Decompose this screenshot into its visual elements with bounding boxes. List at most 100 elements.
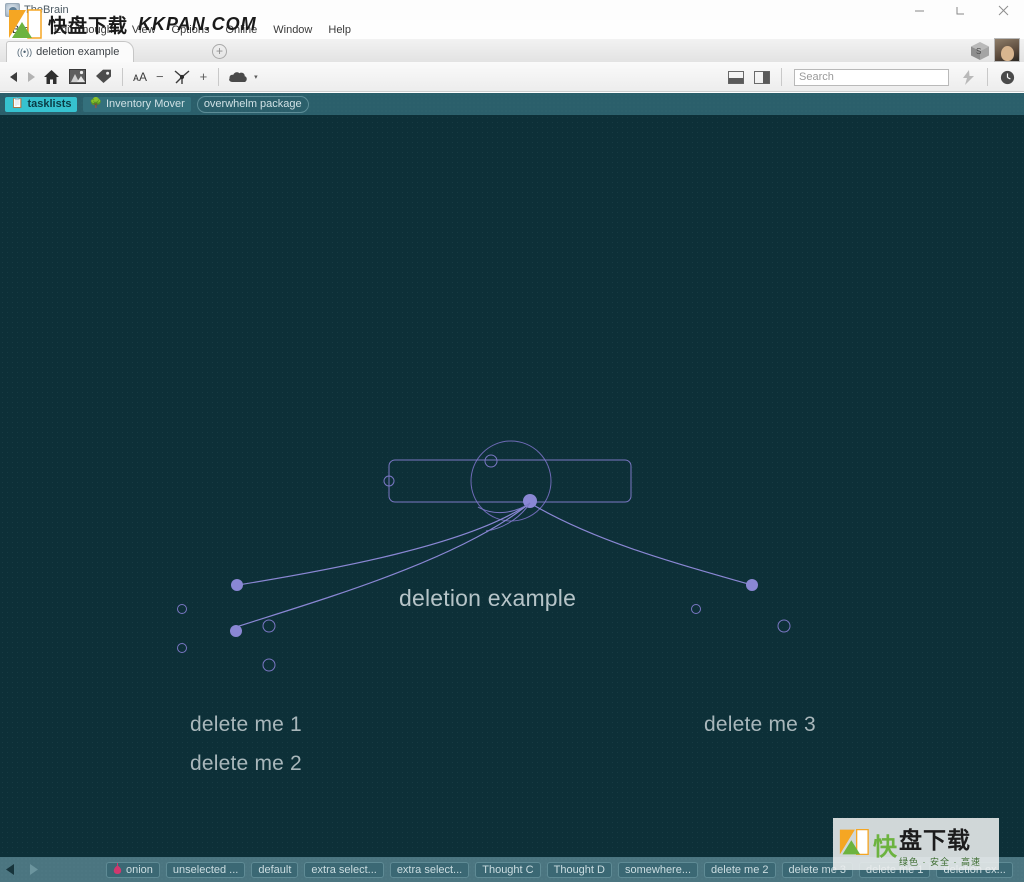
pin-delete-me-1[interactable]: delete me 1 xyxy=(858,861,931,878)
brain-tab-icon: ((•)) xyxy=(17,46,33,57)
font-size-aa-icon[interactable]: ᴀA xyxy=(129,62,151,92)
plex-graph xyxy=(177,440,791,672)
tab-deletion-example[interactable]: ((•)) deletion example xyxy=(6,41,135,62)
gate-delete-me-3[interactable] xyxy=(746,579,758,591)
pin-label: delete me 3 xyxy=(788,863,846,876)
lightning-icon[interactable] xyxy=(955,62,981,92)
pin-label: extra select... xyxy=(396,863,463,876)
image-icon[interactable] xyxy=(64,62,90,92)
forward-arrow-icon[interactable] xyxy=(22,62,38,92)
pin-label: Thought C xyxy=(482,863,534,876)
pin-delete-me-3[interactable]: delete me 3 xyxy=(781,861,853,878)
menu-item-online[interactable]: Online xyxy=(217,22,265,38)
tag-label: Inventory Mover xyxy=(105,98,185,110)
brain-icon xyxy=(5,3,20,17)
plex-canvas[interactable]: deletion example delete me 1 delete me 2… xyxy=(0,115,1024,857)
child-gate-delete-me-2[interactable] xyxy=(262,658,276,672)
tab-strip: ((•)) deletion example + xyxy=(0,39,1024,63)
pin-thought-c[interactable]: Thought C xyxy=(475,861,541,878)
link-stub-a xyxy=(477,502,531,513)
toolbar-divider-4 xyxy=(987,68,988,86)
pin-onion[interactable]: onion xyxy=(106,861,160,878)
home-icon[interactable] xyxy=(38,62,64,92)
tab-label: deletion example xyxy=(36,46,120,58)
tag-overwhelm-package[interactable]: overwhelm package xyxy=(196,95,309,113)
tag-bar: 📋 tasklists 🌳 Inventory Mover overwhelm … xyxy=(0,93,1024,115)
back-arrow-icon[interactable] xyxy=(6,62,22,92)
pin-deletion-example[interactable]: deletion ex... xyxy=(936,861,1013,878)
svg-text:S: S xyxy=(976,47,981,56)
menu-item-help[interactable]: Help xyxy=(320,22,359,38)
plus-circle-icon[interactable]: + xyxy=(212,44,227,59)
thought-label-delete-me-2[interactable]: delete me 2 xyxy=(190,752,302,776)
pin-label: somewhere... xyxy=(624,863,692,876)
zoom-in-button[interactable]: + xyxy=(195,62,213,92)
pin-somewhere[interactable]: somewhere... xyxy=(617,861,699,878)
pin-default[interactable]: default xyxy=(251,861,299,878)
tag-tasklists[interactable]: 📋 tasklists xyxy=(5,96,78,112)
zoom-out-button[interactable]: − xyxy=(151,62,169,92)
pin-label: deletion ex... xyxy=(943,863,1006,876)
cube-icon[interactable]: S xyxy=(970,41,990,61)
thought-label-deletion-example[interactable]: deletion example xyxy=(399,585,576,612)
pin-label: unselected ... xyxy=(172,863,239,876)
gate-delete-me-2[interactable] xyxy=(230,625,242,637)
gate-delete-me-1[interactable] xyxy=(231,579,243,591)
toolbar: ᴀA − + ▾ Search xyxy=(0,62,1024,92)
search-input[interactable]: Search xyxy=(794,68,949,86)
app-window: TheBrain Brain Edit Thought View Options… xyxy=(0,0,1024,882)
center-jump-gate-icon[interactable] xyxy=(484,454,498,468)
pin-label: extra select... xyxy=(311,863,377,876)
thought-label-delete-me-3[interactable]: delete me 3 xyxy=(704,713,816,737)
pin-extra-select-2[interactable]: extra select... xyxy=(389,861,470,878)
menu-item-edit-thought[interactable]: Edit Thought xyxy=(46,22,124,38)
prev-arrow-icon[interactable] xyxy=(0,857,22,882)
pin-thought-d[interactable]: Thought D xyxy=(546,861,612,878)
toolbar-divider-3 xyxy=(781,68,782,86)
pin-extra-select-1[interactable]: extra select... xyxy=(304,861,384,878)
menu-item-window[interactable]: Window xyxy=(265,22,320,38)
cloud-caret-icon[interactable]: ▾ xyxy=(251,62,258,92)
pin-label: delete me 1 xyxy=(865,863,924,876)
child-gate-delete-me-1[interactable] xyxy=(262,619,276,633)
menu-bar: Brain Edit Thought View Options Online W… xyxy=(0,20,1024,39)
cloud-icon[interactable] xyxy=(225,62,251,92)
parent-gate-delete-me-2[interactable] xyxy=(177,643,187,653)
tag-icon[interactable] xyxy=(90,62,116,92)
pin-bar: onion unselected ... default extra selec… xyxy=(0,857,1024,882)
parent-gate-delete-me-1[interactable] xyxy=(177,604,187,614)
onion-icon xyxy=(113,862,122,877)
toolbar-divider-2 xyxy=(218,67,220,86)
restore-icon[interactable] xyxy=(940,0,982,20)
link-to-delete-me-1 xyxy=(237,502,531,586)
link-to-delete-me-3 xyxy=(529,502,753,586)
center-thought-box[interactable] xyxy=(388,459,632,503)
thought-label-delete-me-1[interactable]: delete me 1 xyxy=(190,713,302,737)
clipboard-icon: 📋 xyxy=(11,98,24,109)
pin-delete-me-2[interactable]: delete me 2 xyxy=(704,861,776,878)
window-title: TheBrain xyxy=(24,4,69,16)
child-gate-delete-me-3[interactable] xyxy=(777,619,791,633)
close-icon[interactable] xyxy=(982,0,1024,20)
title-bar: TheBrain xyxy=(0,0,1024,20)
menu-item-view[interactable]: View xyxy=(124,22,164,38)
menu-item-options[interactable]: Options xyxy=(164,22,218,38)
pin-label: delete me 2 xyxy=(711,863,769,876)
toolbar-right-group: Search xyxy=(723,62,1024,92)
plex-layout-icon[interactable] xyxy=(169,62,195,92)
parent-gate-delete-me-3[interactable] xyxy=(691,604,701,614)
toolbar-divider xyxy=(122,67,123,86)
menu-item-brain[interactable]: Brain xyxy=(4,22,46,38)
pin-unselected[interactable]: unselected ... xyxy=(165,861,246,878)
pin-label: default xyxy=(258,863,292,876)
panel-left-icon[interactable] xyxy=(723,62,749,92)
panel-right-icon[interactable] xyxy=(749,62,775,92)
clock-icon[interactable] xyxy=(994,62,1020,92)
minimize-icon[interactable] xyxy=(898,0,940,20)
tag-inventory-mover[interactable]: 🌳 Inventory Mover xyxy=(83,96,191,112)
tag-label: overwhelm package xyxy=(203,98,302,110)
next-arrow-icon[interactable] xyxy=(22,857,44,882)
user-avatar[interactable] xyxy=(994,38,1020,62)
tag-label: tasklists xyxy=(27,98,72,110)
window-controls xyxy=(898,0,1024,20)
